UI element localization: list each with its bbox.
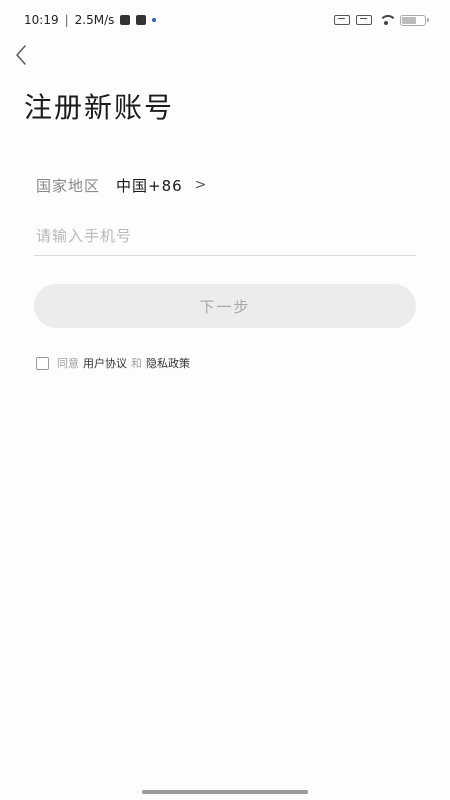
home-indicator[interactable] [142,790,308,794]
status-right [334,14,429,26]
status-bar: 10:19 | 2.5M/s [0,0,450,40]
chevron-left-icon [16,45,26,65]
app-icon [136,15,147,25]
status-divider: | [64,13,69,27]
agreement-row: 同意 用户协议 和 隐私政策 [36,354,190,372]
agree-and: 和 [131,357,142,370]
country-selector[interactable]: 国家地区 中国+86 > [36,170,416,200]
wifi-icon [378,14,394,26]
status-time: 10:19 [24,13,59,27]
battery-icon [400,14,429,26]
sim-icon-2 [356,15,372,25]
battery-fill [402,16,417,24]
page-title: 注册新账号 [24,91,175,124]
phone-input[interactable] [34,216,416,256]
notification-icon [120,15,131,25]
chevron-right-icon: > [194,177,207,193]
back-button[interactable] [6,40,36,70]
privacy-policy-link[interactable]: 隐私政策 [146,355,190,371]
status-left: 10:19 | 2.5M/s [24,13,157,27]
agree-prefix: 同意 [57,357,79,370]
country-value: 中国+86 [116,176,183,195]
agree-checkbox[interactable] [36,356,49,370]
user-agreement-link[interactable]: 用户协议 [83,355,127,371]
sim-icon [334,15,350,25]
network-speed: 2.5M/s [74,13,115,27]
dot-icon [152,18,157,22]
next-step-button[interactable]: 下一步 [34,284,416,328]
country-label: 国家地区 [36,176,101,195]
